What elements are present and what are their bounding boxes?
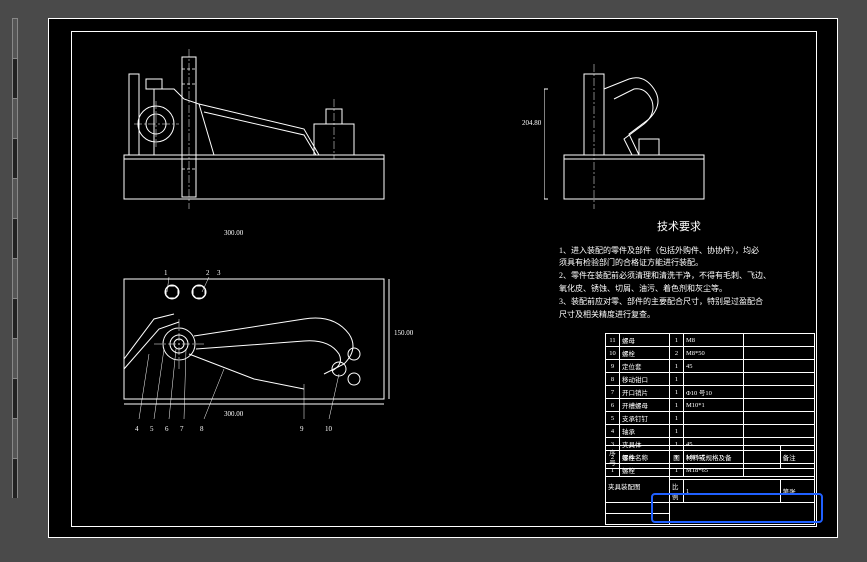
balloon-7: 7 <box>180 425 184 433</box>
selection-highlight[interactable] <box>651 493 823 523</box>
balloon-1: 1 <box>164 269 168 277</box>
balloon-3: 5 <box>150 425 154 433</box>
tech-req-line: 2、零件在装配前必须清理和清洗干净，不得有毛刺、飞边、 <box>559 270 799 283</box>
dim-plan-width: 300.00 <box>224 410 243 418</box>
side-view <box>544 49 734 219</box>
table-row: 11螺母1M8 <box>606 334 815 347</box>
table-row: 10螺栓2M8*50 <box>606 347 815 360</box>
dim-plan-height: 150.00 <box>394 329 413 337</box>
table-row: 8移动钳口1 <box>606 373 815 386</box>
balloon-10: 10 <box>325 425 332 433</box>
drawing-canvas: 300.00 204.80 <box>48 18 838 538</box>
balloon-2: 2 <box>206 269 210 277</box>
table-row: 4轴承1 <box>606 425 815 438</box>
balloon-9: 9 <box>300 425 304 433</box>
table-row: 9定位套145 <box>606 360 815 373</box>
dim-side-height: 204.80 <box>522 119 541 127</box>
tech-req-line: 3、装配前应对零、部件的主要配合尺寸，特别是过盈配合 <box>559 296 799 309</box>
dim-front-width: 300.00 <box>224 229 243 237</box>
balloon-4: 4 <box>135 425 139 433</box>
front-view <box>104 49 404 219</box>
balloon-6: 6 <box>165 425 169 433</box>
table-row: 5支承钉钉1 <box>606 412 815 425</box>
balloon-8: 8 <box>200 425 204 433</box>
tech-req-line: 须具有检验部门的合格证方能进行装配。 <box>559 257 799 270</box>
tech-req-line: 尺寸及相关精度进行复查。 <box>559 309 799 322</box>
tech-req-line: 1、进入装配的零件及部件（包括外购件、协协件），均必 <box>559 245 799 258</box>
table-row: 7开口销片1Φ10 号10 <box>606 386 815 399</box>
table-row: 6开槽螺母1M10*1 <box>606 399 815 412</box>
balloon-5: 3 <box>217 269 221 277</box>
plan-view <box>104 259 434 449</box>
technical-requirements: 技术要求 1、进入装配的零件及部件（包括外购件、协协件），均必 须具有检验部门的… <box>559 219 799 321</box>
vertical-ruler <box>12 18 42 538</box>
tech-req-title: 技术要求 <box>559 219 799 237</box>
tech-req-line: 氧化皮、锈蚀、切屑、油污、着色剂和灰尘等。 <box>559 283 799 296</box>
